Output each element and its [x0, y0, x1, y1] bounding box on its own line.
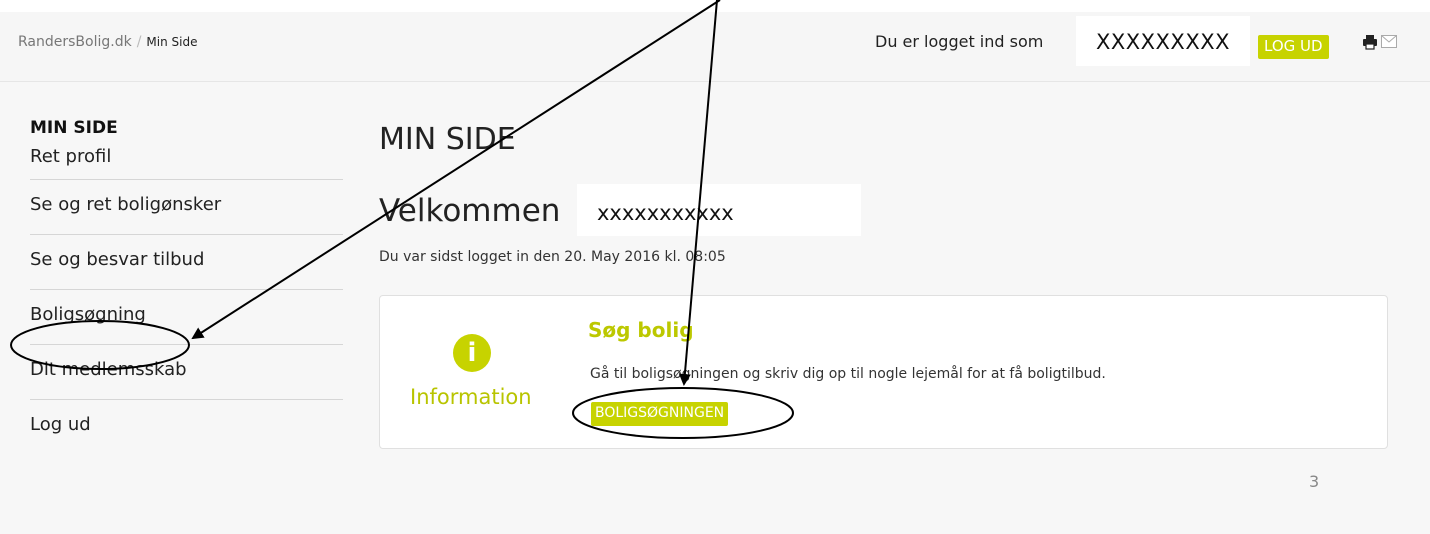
breadcrumb-separator: / — [136, 34, 142, 50]
sidebar-item-tilbud[interactable]: Se og besvar tilbud — [30, 235, 343, 290]
card-title: Søg bolig — [588, 318, 694, 342]
username-display: XXXXXXXXX — [1076, 16, 1250, 66]
last-login-text: Du var sidst logget in den 20. May 2016 … — [379, 249, 726, 265]
breadcrumb: RandersBolig.dk / Min Side — [18, 34, 197, 50]
welcome-heading: Velkommen — [379, 193, 561, 229]
sidebar-item-ret-profil[interactable]: Ret profil — [30, 140, 343, 180]
page-title: MIN SIDE — [379, 122, 516, 157]
header: RandersBolig.dk / Min Side Du er logget in… — [0, 12, 1430, 82]
sidebar: MIN SIDE Ret profil Se og ret boligønske… — [30, 110, 343, 455]
sidebar-item-medlemsskab[interactable]: Dit medlemsskab — [30, 345, 343, 400]
boligsogningen-button[interactable]: BOLIGSØGNINGEN — [591, 402, 729, 426]
info-icon: i — [453, 334, 491, 372]
top-strip — [0, 0, 1430, 12]
mail-icon[interactable] — [1381, 35, 1397, 48]
sidebar-item-boligonsker[interactable]: Se og ret boligønsker — [30, 180, 343, 235]
info-label: Information — [410, 385, 532, 409]
card-description: Gå til boligsøgningen og skriv dig op ti… — [590, 366, 1106, 382]
logout-button[interactable]: LOG UD — [1258, 35, 1329, 59]
logged-in-label: Du er logget ind som — [875, 32, 1044, 51]
breadcrumb-current: Min Side — [146, 35, 198, 49]
info-card: i Information Søg bolig Gå til boligsøgn… — [379, 295, 1388, 449]
page-number: 3 — [1309, 472, 1320, 491]
sidebar-title: MIN SIDE — [30, 118, 118, 138]
breadcrumb-site-link[interactable]: RandersBolig.dk — [18, 34, 132, 50]
print-icon[interactable] — [1362, 34, 1378, 50]
welcome-name: xxxxxxxxxxx — [577, 184, 861, 236]
sidebar-item-log-ud[interactable]: Log ud — [30, 400, 343, 455]
sidebar-item-boligsogning[interactable]: Boligsøgning — [30, 290, 343, 345]
